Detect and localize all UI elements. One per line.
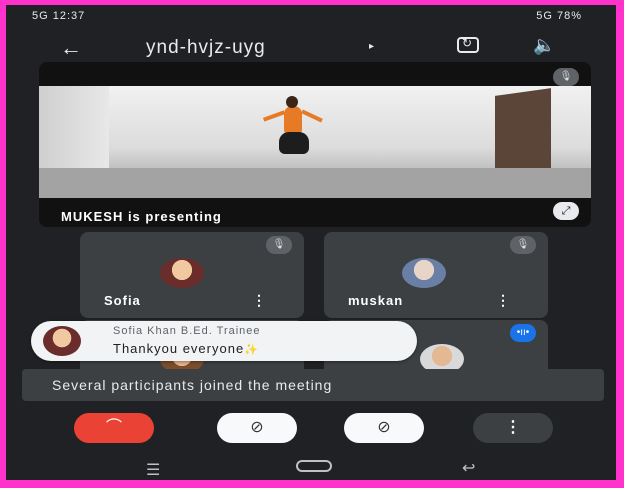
presentation-mute-icon: 🎙 (553, 68, 579, 86)
meeting-code[interactable]: ynd-hvjz-uyg (146, 37, 266, 59)
avatar (402, 258, 446, 288)
chat-toast[interactable]: Sofia Khan B.Ed. Trainee Thankyou everyo… (31, 321, 417, 361)
toast-sender: Sofia Khan B.Ed. Trainee (113, 325, 261, 337)
mic-off-icon: ⊘ (377, 419, 391, 436)
participant-name: muskan (348, 293, 404, 308)
participant-tile[interactable]: 🎙 Sofia ⋮ (80, 232, 304, 318)
more-options-button[interactable]: ⋮ (473, 413, 553, 443)
nav-home-icon[interactable] (296, 460, 332, 472)
mic-muted-icon: 🎙 (266, 236, 292, 254)
participant-name: Sofia (104, 293, 141, 308)
switch-camera-icon[interactable] (457, 36, 479, 53)
mic-toggle-button[interactable]: ⊘ (344, 413, 424, 443)
system-nav-bar: ☰ ↩ (6, 456, 616, 480)
expand-icon[interactable]: ⤢ (553, 202, 579, 220)
phone-hangup-icon: ⌒ (105, 419, 122, 436)
nav-back-icon[interactable]: ↩ (462, 458, 475, 478)
avatar (43, 326, 81, 356)
toast-message: Thankyou everyone✨ (113, 341, 259, 356)
dancer-figure (261, 96, 323, 170)
status-left: 5G 12:37 (32, 10, 86, 22)
mic-muted-icon: 🎙 (510, 236, 536, 254)
more-vert-icon: ⋮ (505, 419, 521, 436)
status-right: 5G 78% (536, 10, 582, 22)
presenting-label: MUKESH is presenting (61, 209, 222, 224)
speaker-icon[interactable]: 🔈 (533, 35, 555, 56)
video-floor (39, 168, 591, 198)
more-options-icon[interactable]: ⋮ (252, 292, 266, 309)
presentation-tile[interactable]: 🎙 MUKESH is presenting ⤢ (39, 62, 591, 227)
avatar (160, 258, 204, 288)
nav-menu-icon[interactable]: ☰ (146, 460, 160, 480)
end-call-button[interactable]: ⌒ (74, 413, 154, 443)
camera-toggle-button[interactable]: ⊘ (217, 413, 297, 443)
camera-off-icon: ⊘ (250, 419, 264, 436)
participants-joined-banner: Several participants joined the meeting (22, 369, 604, 401)
participant-tile[interactable]: 🎙 muskan ⋮ (324, 232, 548, 318)
status-bar: 5G 12:37 5G 78% (6, 5, 616, 29)
top-bar: ← ynd-hvjz-uyg ▸ 🔈 (6, 29, 616, 65)
sparkle-icon: ✨ (244, 344, 259, 356)
app-frame: 5G 12:37 5G 78% ← ynd-hvjz-uyg ▸ 🔈 🎙 MUK… (6, 5, 616, 480)
more-options-icon[interactable]: ⋮ (496, 292, 510, 309)
meeting-info-caret-icon[interactable]: ▸ (369, 41, 374, 52)
back-arrow-icon[interactable]: ← (60, 35, 82, 61)
speaking-indicator-icon: •ıı• (510, 324, 536, 342)
presentation-video (39, 86, 591, 198)
